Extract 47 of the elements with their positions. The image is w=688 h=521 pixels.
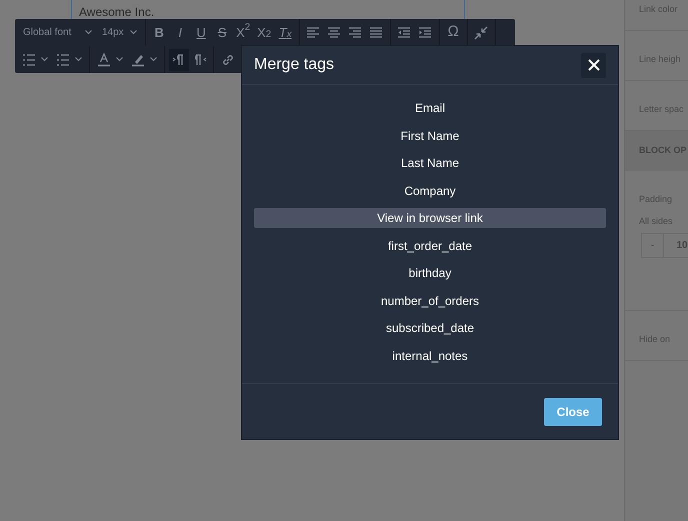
merge-tag-item[interactable]: First Name	[254, 126, 606, 146]
align-left-icon	[306, 26, 320, 40]
strike-button[interactable]: S	[212, 22, 232, 44]
clear-button[interactable]: T$_{x}$	[275, 22, 296, 44]
close-icon-button[interactable]	[581, 52, 606, 78]
underline-button[interactable]: U	[191, 22, 212, 44]
link-icon	[222, 54, 232, 64]
merge-tag-item[interactable]: Email	[254, 98, 606, 118]
font-size-select[interactable]: 14px	[97, 19, 142, 46]
merge-tag-item[interactable]: subscribed_date	[254, 318, 606, 338]
caret-icon	[130, 30, 137, 35]
ltr-button[interactable]	[168, 48, 188, 70]
merge-tag-item[interactable]: Company	[254, 180, 606, 200]
caret-icon	[41, 57, 48, 62]
caret-icon	[116, 57, 123, 62]
special-button[interactable]: Ω	[443, 22, 464, 44]
caret-icon	[150, 57, 157, 62]
merge-tag-item[interactable]: birthday	[254, 263, 606, 283]
dialog-title: Merge tags	[254, 55, 334, 75]
merge-tag-item[interactable]: first_order_date	[254, 236, 606, 256]
outdent-icon	[397, 26, 412, 40]
super-button[interactable]: X$^{2}$	[233, 22, 254, 44]
collapse-arrows-icon	[474, 26, 488, 40]
caret-icon	[75, 57, 82, 62]
indent-icon	[418, 26, 432, 40]
bold-button[interactable]: B	[149, 22, 170, 44]
paragraph-rtl-icon	[192, 52, 206, 66]
numbered-list-icon	[22, 52, 36, 66]
close-button[interactable]: Close	[544, 398, 602, 426]
bullet-list-icon	[56, 52, 70, 66]
merge-tag-item[interactable]: number_of_orders	[254, 290, 606, 310]
merge-tag-item[interactable]: internal_notes	[254, 346, 606, 366]
align-justify-icon	[369, 26, 384, 40]
sub-button[interactable]: X$_{2}$	[254, 22, 274, 44]
marker-icon	[130, 52, 144, 66]
align-right-icon	[348, 26, 362, 40]
company-text: Awesome Inc.	[79, 5, 154, 19]
paragraph-ltr-icon	[172, 52, 186, 66]
align-center-icon	[327, 26, 342, 40]
minus-text: -	[642, 234, 664, 257]
merge-tag-item[interactable]: Last Name	[254, 153, 606, 173]
text-color-icon	[96, 52, 110, 66]
caret-icon	[85, 30, 92, 35]
merge-tag-item[interactable]: View in browser link	[254, 208, 606, 228]
italic-button[interactable]: I	[170, 22, 190, 44]
font-select[interactable]: Global font	[18, 19, 97, 46]
close-icon	[588, 59, 600, 71]
